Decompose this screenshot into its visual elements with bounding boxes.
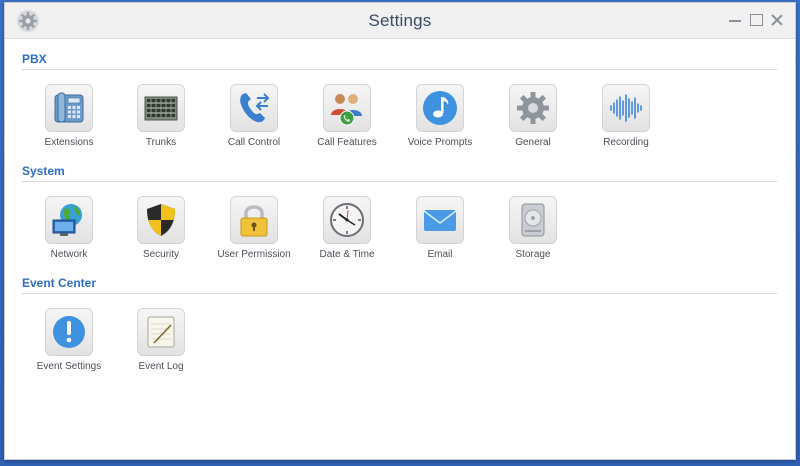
voice-prompts-tile (416, 84, 464, 132)
general-button[interactable]: General (485, 84, 581, 148)
padlock-icon (240, 205, 268, 237)
event-log-label: Event Log (138, 361, 184, 372)
call-features-icon (331, 94, 362, 126)
envelope-icon (423, 210, 457, 231)
network-button[interactable]: Network (21, 196, 117, 260)
network-globe-icon (52, 204, 82, 236)
section-title-event-center: Event Center (22, 276, 97, 290)
recording-button[interactable]: Recording (578, 84, 674, 148)
user-permission-label: User Permission (217, 249, 291, 260)
settings-window: Settings PBX Extensions Trunks Call Cont… (4, 2, 796, 460)
security-tile (137, 196, 185, 244)
call-control-icon (240, 93, 270, 123)
notepad-icon (147, 316, 175, 348)
voice-prompts-label: Voice Prompts (407, 137, 473, 148)
call-control-button[interactable]: Call Control (206, 84, 302, 148)
general-label: General (515, 137, 551, 148)
email-tile (416, 196, 464, 244)
call-control-label: Call Control (227, 137, 281, 148)
event-log-tile (137, 308, 185, 356)
call-features-label: Call Features (317, 137, 377, 148)
section-title-pbx: PBX (22, 52, 47, 66)
exclamation-icon (53, 316, 85, 348)
section-divider (22, 69, 777, 70)
storage-label: Storage (515, 249, 551, 260)
event-settings-button[interactable]: Event Settings (21, 308, 117, 372)
maximize-button[interactable] (749, 13, 763, 27)
recording-tile (602, 84, 650, 132)
call-features-tile (323, 84, 371, 132)
event-log-button[interactable]: Event Log (113, 308, 209, 372)
event-settings-tile (45, 308, 93, 356)
date-time-button[interactable]: Date & Time (299, 196, 395, 260)
clock-icon (330, 203, 364, 237)
general-tile (509, 84, 557, 132)
user-permission-tile (230, 196, 278, 244)
date-time-label: Date & Time (319, 249, 375, 260)
call-features-button[interactable]: Call Features (299, 84, 395, 148)
extensions-tile (45, 84, 93, 132)
section-title-system: System (22, 164, 65, 178)
shield-icon (147, 204, 175, 236)
section-divider (22, 293, 777, 294)
security-button[interactable]: Security (113, 196, 209, 260)
phone-icon (54, 92, 84, 123)
recording-label: Recording (603, 137, 649, 148)
event-settings-label: Event Settings (36, 361, 102, 372)
extensions-button[interactable]: Extensions (21, 84, 117, 148)
window-title: Settings (368, 11, 432, 30)
email-label: Email (427, 249, 453, 260)
trunks-tile (137, 84, 185, 132)
date-time-tile (323, 196, 371, 244)
music-note-icon (423, 91, 457, 125)
trunks-label: Trunks (145, 137, 177, 148)
hard-drive-icon (521, 203, 545, 237)
waveform-icon (610, 94, 642, 122)
trunk-icon (144, 96, 178, 121)
email-button[interactable]: Email (392, 196, 488, 260)
minimize-button[interactable] (728, 13, 742, 27)
section-divider (22, 181, 777, 182)
user-permission-button[interactable]: User Permission (206, 196, 302, 260)
close-button[interactable] (770, 13, 784, 27)
extensions-label: Extensions (44, 137, 94, 148)
trunks-button[interactable]: Trunks (113, 84, 209, 148)
call-control-tile (230, 84, 278, 132)
storage-button[interactable]: Storage (485, 196, 581, 260)
gear-icon (517, 92, 549, 124)
storage-tile (509, 196, 557, 244)
network-label: Network (50, 249, 88, 260)
security-label: Security (142, 249, 180, 260)
title-bar: Settings (5, 3, 795, 39)
network-tile (45, 196, 93, 244)
voice-prompts-button[interactable]: Voice Prompts (392, 84, 488, 148)
